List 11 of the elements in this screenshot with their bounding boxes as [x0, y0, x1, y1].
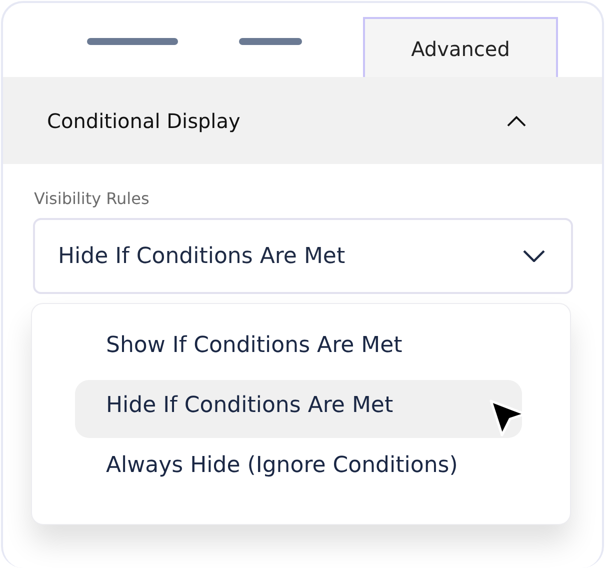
chevron-down-icon — [523, 250, 545, 262]
dropdown-option[interactable]: Show If Conditions Are Met — [75, 320, 522, 378]
tab[interactable] — [87, 38, 178, 45]
section-title: Conditional Display — [47, 108, 240, 132]
select-field[interactable]: Hide If Conditions Are Met — [33, 218, 573, 294]
section-header[interactable]: Conditional Display — [3, 77, 602, 164]
chevron-up-icon[interactable] — [507, 114, 526, 126]
tab[interactable] — [239, 38, 302, 45]
tab[interactable]: Advanced — [363, 17, 558, 77]
field-label: Visibility Rules — [33, 189, 150, 208]
dropdown-option[interactable]: Always Hide (Ignore Conditions) — [75, 440, 522, 498]
